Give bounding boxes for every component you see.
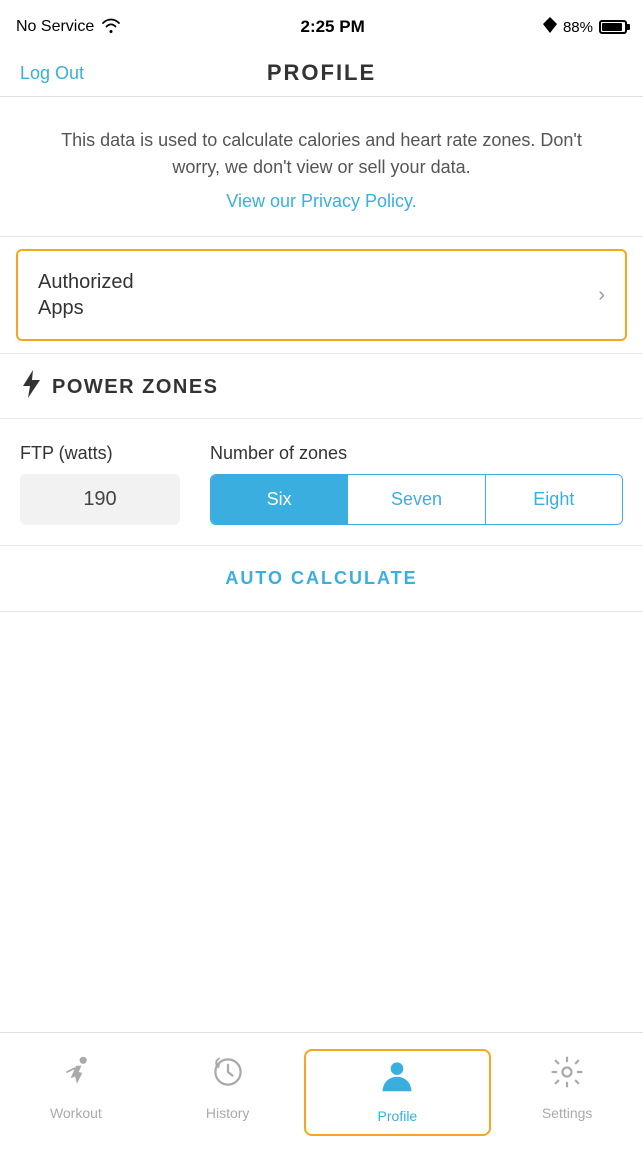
zones-column: Number of zones Six Seven Eight (210, 443, 623, 525)
zone-six-button[interactable]: Six (211, 475, 348, 524)
carrier-text: No Service (16, 18, 94, 36)
logout-button[interactable]: Log Out (20, 63, 84, 84)
ftp-zones-section: FTP (watts) Number of zones Six Seven Ei… (0, 419, 643, 546)
battery-icon (599, 20, 627, 34)
authorized-apps-row[interactable]: AuthorizedApps › (16, 249, 627, 341)
workout-tab-label: Workout (50, 1105, 102, 1121)
wifi-icon (100, 17, 122, 38)
ftp-column: FTP (watts) (20, 443, 180, 525)
history-icon (210, 1054, 246, 1099)
zone-eight-button[interactable]: Eight (486, 475, 622, 524)
zones-label: Number of zones (210, 443, 623, 464)
nav-bar: Log Out PROFILE (0, 50, 643, 97)
profile-tab-label: Profile (378, 1108, 418, 1124)
power-zones-header: POWER ZONES (0, 354, 643, 419)
privacy-policy-link[interactable]: View our Privacy Policy. (226, 191, 416, 211)
profile-icon (379, 1057, 415, 1102)
page-title: PROFILE (267, 60, 376, 86)
status-left: No Service (16, 17, 122, 38)
tab-bar: Workout History Profile (0, 1032, 643, 1152)
ftp-label: FTP (watts) (20, 443, 180, 464)
auto-calculate-row: AUTO CALCULATE (0, 546, 643, 612)
info-section: This data is used to calculate calories … (0, 97, 643, 237)
info-text: This data is used to calculate calories … (40, 127, 603, 181)
history-tab-label: History (206, 1105, 250, 1121)
tab-history[interactable]: History (152, 1054, 304, 1131)
tab-profile[interactable]: Profile (304, 1049, 492, 1136)
authorized-apps-container: AuthorizedApps › (0, 237, 643, 354)
main-content: This data is used to calculate calories … (0, 97, 643, 742)
zones-toggle: Six Seven Eight (210, 474, 623, 525)
tab-workout[interactable]: Workout (0, 1054, 152, 1131)
location-icon (543, 17, 557, 37)
chevron-right-icon: › (598, 284, 605, 307)
status-right: 88% (543, 17, 627, 37)
tab-settings[interactable]: Settings (491, 1054, 643, 1131)
status-bar: No Service 2:25 PM 88% (0, 0, 643, 50)
zone-seven-button[interactable]: Seven (348, 475, 485, 524)
authorized-apps-label: AuthorizedApps (38, 269, 134, 321)
workout-icon (58, 1054, 94, 1099)
auto-calculate-button[interactable]: AUTO CALCULATE (225, 568, 417, 589)
settings-tab-label: Settings (542, 1105, 593, 1121)
ftp-input[interactable] (20, 474, 180, 525)
time-display: 2:25 PM (300, 17, 364, 37)
battery-percent: 88% (563, 19, 593, 36)
settings-icon (549, 1054, 585, 1099)
power-zones-title: POWER ZONES (52, 376, 219, 399)
bolt-icon (20, 370, 42, 404)
